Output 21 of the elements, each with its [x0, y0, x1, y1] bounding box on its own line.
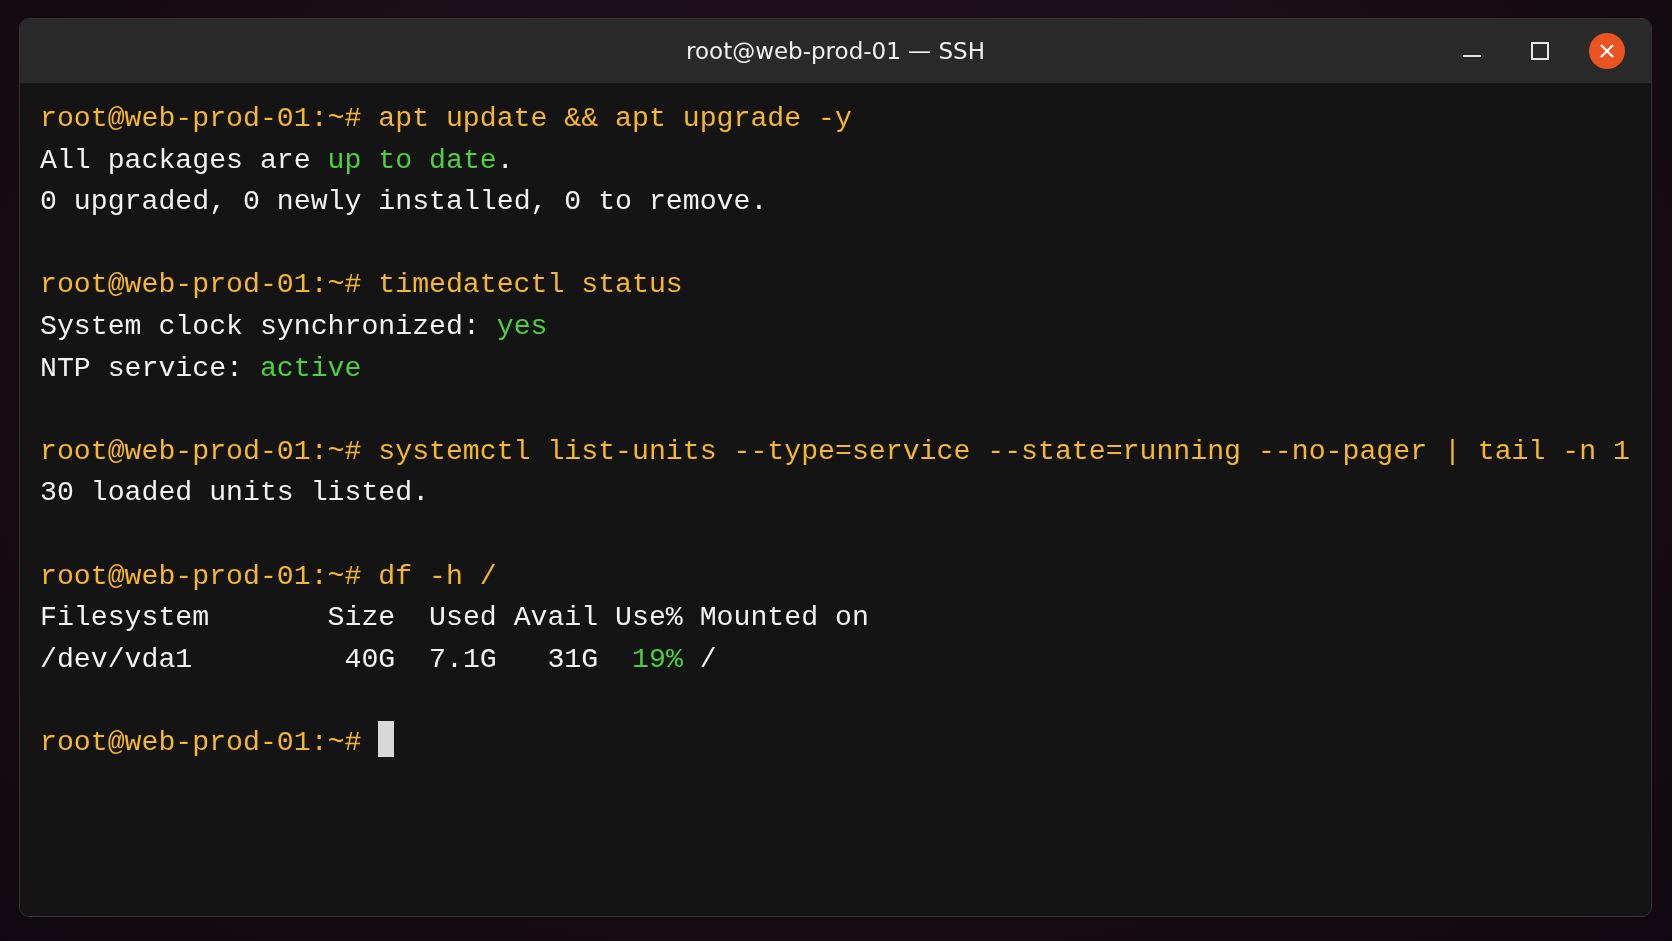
output-line: 30 loaded units listed. [40, 476, 431, 511]
output-line: /dev/vda1 40G 7.1G 31G 19% / [40, 642, 718, 677]
command-text: timedatectl status [378, 269, 683, 301]
output-line: 0 upgraded, 0 newly installed, 0 to remove. [40, 185, 769, 220]
maximize-icon [1530, 41, 1550, 61]
output-line: NTP service: active [40, 351, 363, 386]
close-button[interactable] [1589, 33, 1625, 69]
minimize-icon [1463, 55, 1481, 57]
prompt: root@web-prod-01:~# [40, 435, 362, 467]
command-text: df -h / [378, 560, 497, 592]
prompt: root@web-prod-01:~# [40, 269, 362, 301]
window-title: root@web-prod-01 — SSH [686, 38, 985, 64]
prompt: root@web-prod-01:~# [40, 726, 362, 758]
prompt: root@web-prod-01:~# [40, 103, 362, 134]
output-line: All packages are up to date. [40, 143, 515, 178]
command-text: apt update && apt upgrade -y [378, 103, 852, 134]
command-text: systemctl list-units --type=service --state=running --no-pager | tail -n 1 [378, 435, 1631, 467]
output-line: System clock synchronized: yes [40, 309, 549, 344]
close-icon [1598, 42, 1616, 60]
prompt: root@web-prod-01:~# [40, 560, 362, 592]
output-line: Filesystem Size Used Avail Use% Mounted on [40, 601, 870, 636]
